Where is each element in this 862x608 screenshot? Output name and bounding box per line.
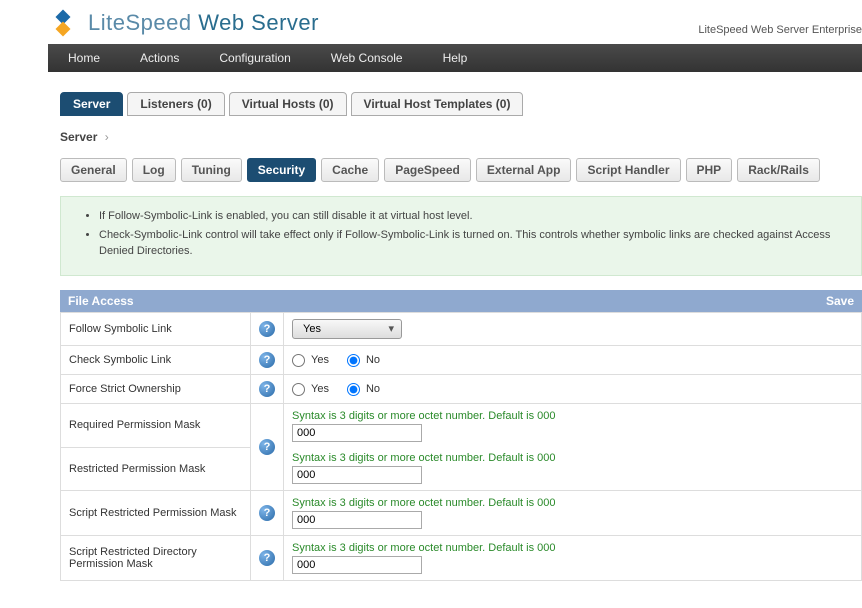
logo-light: LiteSpeed xyxy=(88,10,192,35)
subtab-rackrails[interactable]: Rack/Rails xyxy=(737,158,820,182)
help-icon[interactable]: ? xyxy=(259,505,275,521)
res-perm-input[interactable] xyxy=(292,466,422,484)
subtab-scripthandler[interactable]: Script Handler xyxy=(576,158,680,182)
row-follow-symlink: Follow Symbolic Link ? Yes xyxy=(61,313,862,346)
logo-bold: Web Server xyxy=(198,10,319,35)
header: LiteSpeed Web Server LiteSpeed Web Serve… xyxy=(48,0,862,44)
label-res-perm: Restricted Permission Mask xyxy=(61,447,251,491)
label-script-res-dir-perm: Script Restricted Directory Permission M… xyxy=(61,536,251,581)
nav-webconsole[interactable]: Web Console xyxy=(331,51,403,65)
label-check-symlink: Check Symbolic Link xyxy=(61,346,251,375)
notice-box: If Follow-Symbolic-Link is enabled, you … xyxy=(60,196,862,276)
label-req-perm: Required Permission Mask xyxy=(61,404,251,448)
breadcrumb-server[interactable]: Server xyxy=(60,130,97,144)
subtab-php[interactable]: PHP xyxy=(686,158,733,182)
check-symlink-yes[interactable]: Yes xyxy=(292,354,329,367)
force-strict-yes[interactable]: Yes xyxy=(292,383,329,396)
notice-line-1: If Follow-Symbolic-Link is enabled, you … xyxy=(99,209,841,224)
logo-area: LiteSpeed Web Server xyxy=(48,8,319,38)
nav-actions[interactable]: Actions xyxy=(140,51,179,65)
help-icon[interactable]: ? xyxy=(259,381,275,397)
tab-virtual-host-templates[interactable]: Virtual Host Templates (0) xyxy=(351,92,524,116)
section-header: File Access Save xyxy=(60,290,862,312)
row-req-perm: Required Permission Mask ? Syntax is 3 d… xyxy=(61,404,862,448)
label-force-strict: Force Strict Ownership xyxy=(61,375,251,404)
row-script-res-dir-perm: Script Restricted Directory Permission M… xyxy=(61,536,862,581)
label-script-res-perm: Script Restricted Permission Mask xyxy=(61,491,251,536)
subtab-tuning[interactable]: Tuning xyxy=(181,158,242,182)
follow-symlink-select[interactable]: Yes xyxy=(292,319,402,339)
subtab-cache[interactable]: Cache xyxy=(321,158,379,182)
row-script-res-perm: Script Restricted Permission Mask ? Synt… xyxy=(61,491,862,536)
subtab-general[interactable]: General xyxy=(60,158,127,182)
nav-configuration[interactable]: Configuration xyxy=(219,51,290,65)
hint-script-res-dir-perm: Syntax is 3 digits or more octet number.… xyxy=(292,542,853,554)
tab-server[interactable]: Server xyxy=(60,92,123,116)
help-icon[interactable]: ? xyxy=(259,352,275,368)
logo-text: LiteSpeed Web Server xyxy=(88,10,319,36)
subtab-pagespeed[interactable]: PageSpeed xyxy=(384,158,471,182)
top-tabs: Server Listeners (0) Virtual Hosts (0) V… xyxy=(60,92,862,116)
tab-virtual-hosts[interactable]: Virtual Hosts (0) xyxy=(229,92,347,116)
subtab-externalapp[interactable]: External App xyxy=(476,158,572,182)
nav-home[interactable]: Home xyxy=(68,51,100,65)
breadcrumb: Server › xyxy=(60,130,862,144)
check-symlink-no[interactable]: No xyxy=(347,354,380,367)
notice-line-2: Check-Symbolic-Link control will take ef… xyxy=(99,228,841,259)
help-icon[interactable]: ? xyxy=(259,439,275,455)
help-icon[interactable]: ? xyxy=(259,550,275,566)
subtab-security[interactable]: Security xyxy=(247,158,316,182)
hint-req-perm: Syntax is 3 digits or more octet number.… xyxy=(292,410,853,422)
row-force-strict: Force Strict Ownership ? Yes No xyxy=(61,375,862,404)
script-res-dir-perm-input[interactable] xyxy=(292,556,422,574)
req-perm-input[interactable] xyxy=(292,424,422,442)
row-check-symlink: Check Symbolic Link ? Yes No xyxy=(61,346,862,375)
main-navbar: Home Actions Configuration Web Console H… xyxy=(48,44,862,72)
script-res-perm-input[interactable] xyxy=(292,511,422,529)
hint-res-perm: Syntax is 3 digits or more octet number.… xyxy=(292,452,853,464)
section-title: File Access xyxy=(68,294,134,308)
litespeed-logo-icon xyxy=(48,8,78,38)
edition-label: LiteSpeed Web Server Enterprise xyxy=(698,24,862,38)
save-button[interactable]: Save xyxy=(826,294,854,308)
force-strict-no[interactable]: No xyxy=(347,383,380,396)
sub-tabs: General Log Tuning Security Cache PageSp… xyxy=(60,158,862,182)
hint-script-res-perm: Syntax is 3 digits or more octet number.… xyxy=(292,497,853,509)
help-icon[interactable]: ? xyxy=(259,321,275,337)
tab-listeners[interactable]: Listeners (0) xyxy=(127,92,224,116)
nav-help[interactable]: Help xyxy=(443,51,468,65)
label-follow-symlink: Follow Symbolic Link xyxy=(61,313,251,346)
breadcrumb-sep: › xyxy=(105,130,109,144)
file-access-table: Follow Symbolic Link ? Yes Check Symboli… xyxy=(60,312,862,581)
subtab-log[interactable]: Log xyxy=(132,158,176,182)
